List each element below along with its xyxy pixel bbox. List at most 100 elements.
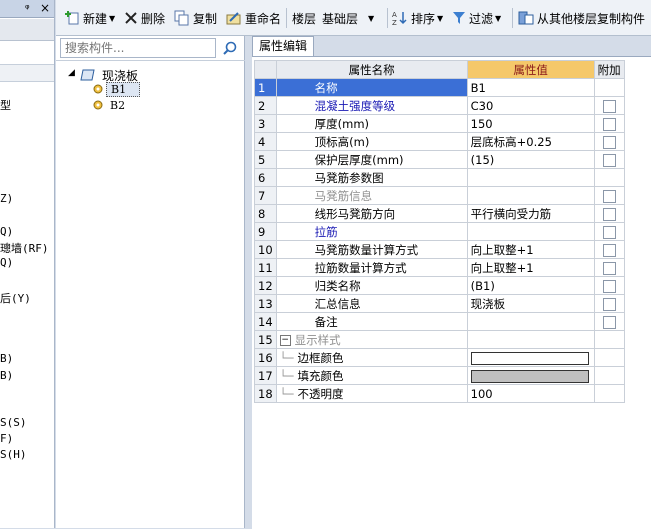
property-name-cell: 马凳筋参数图 — [275, 168, 468, 187]
add-cell[interactable] — [593, 294, 625, 313]
filter-button[interactable]: 过滤 ▼ — [452, 9, 501, 27]
property-value-cell[interactable] — [466, 348, 595, 367]
tab-property-edit[interactable]: 属性编辑 — [252, 36, 314, 57]
left-item-fragment[interactable]: B) — [0, 352, 13, 365]
left-item-fragment[interactable]: 璁墙(RF) — [0, 240, 49, 256]
property-row[interactable]: 10 马凳筋数量计算方式 向上取整+1 — [254, 240, 625, 259]
property-row[interactable]: 9 拉筋 — [254, 222, 625, 241]
close-icon[interactable]: × — [40, 1, 50, 15]
attach-checkbox[interactable] — [602, 297, 616, 311]
property-row[interactable]: 4 顶标高(m) 层底标高+0.25 — [254, 132, 625, 151]
tree-node-root[interactable]: ◢ 现浇板 — [68, 67, 238, 83]
tree-item-label: B1 — [106, 82, 140, 97]
attach-checkbox[interactable] — [602, 243, 616, 257]
attach-checkbox[interactable] — [602, 261, 616, 275]
left-item-fragment[interactable]: B) — [0, 369, 13, 382]
property-row[interactable]: 14 备注 — [254, 312, 625, 331]
property-row[interactable]: 3 厚度(mm) 150 — [254, 114, 625, 133]
property-value-cell[interactable]: 向上取整+1 — [466, 258, 595, 277]
property-row[interactable]: 13 汇总信息 现浇板 — [254, 294, 625, 313]
property-value-cell[interactable] — [466, 168, 595, 187]
attach-checkbox[interactable] — [602, 225, 616, 239]
property-value-cell[interactable]: 平行横向受力筋 — [466, 204, 595, 223]
add-cell[interactable] — [593, 186, 625, 205]
left-item-fragment[interactable]: 型 — [0, 97, 11, 113]
delete-button-label: 删除 — [141, 11, 166, 26]
row-number: 2 — [254, 96, 277, 115]
add-cell[interactable] — [593, 258, 625, 277]
property-value-cell[interactable] — [466, 186, 595, 205]
border-color-swatch[interactable] — [470, 351, 589, 365]
attach-checkbox[interactable] — [602, 99, 616, 113]
fill-color-swatch[interactable] — [470, 369, 589, 383]
new-button[interactable]: 新建 ▼ — [64, 9, 115, 27]
add-cell[interactable] — [593, 114, 625, 133]
group-value-cell — [466, 330, 595, 349]
property-value-cell[interactable]: 150 — [466, 114, 595, 133]
left-item-fragment[interactable]: Q) — [0, 225, 13, 238]
add-cell[interactable] — [593, 132, 625, 151]
row-number: 18 — [254, 384, 277, 403]
group-row-display-style[interactable]: 15 − 显示样式 — [254, 330, 625, 349]
add-cell[interactable] — [593, 276, 625, 295]
property-name: 拉筋数量计算方式 — [314, 260, 407, 275]
add-cell[interactable] — [593, 204, 625, 223]
add-cell[interactable] — [593, 240, 625, 259]
property-row[interactable]: 2 混凝土强度等级 C30 — [254, 96, 625, 115]
property-row-opacity[interactable]: 18 └─ 不透明度 100 — [254, 384, 625, 403]
add-cell[interactable] — [593, 312, 625, 331]
search-input[interactable] — [60, 38, 216, 58]
attach-checkbox[interactable] — [602, 135, 616, 149]
rename-button[interactable]: 重命名 — [226, 9, 281, 27]
property-value-cell[interactable]: 现浇板 — [466, 294, 595, 313]
attach-checkbox[interactable] — [602, 153, 616, 167]
search-button[interactable] — [219, 38, 241, 58]
property-row[interactable]: 5 保护层厚度(mm) (15) — [254, 150, 625, 169]
add-cell[interactable] — [593, 222, 625, 241]
attach-checkbox[interactable] — [602, 189, 616, 203]
left-item-fragment[interactable]: F) — [0, 432, 13, 445]
left-item-fragment[interactable]: Q) — [0, 256, 13, 269]
property-name-cell: 保护层厚度(mm) — [275, 150, 468, 169]
attach-checkbox[interactable] — [602, 315, 616, 329]
property-value-cell[interactable]: (B1) — [466, 276, 595, 295]
tree-node-b2[interactable]: B2 — [92, 98, 222, 114]
property-value-cell[interactable]: 层底标高+0.25 — [466, 132, 595, 151]
property-row[interactable]: 7 马凳筋信息 — [254, 186, 625, 205]
property-row-fill-color[interactable]: 17 └─ 填充颜色 — [254, 366, 625, 385]
row-number: 8 — [254, 204, 277, 223]
left-item-fragment[interactable]: S(H) — [0, 448, 27, 461]
attach-checkbox[interactable] — [602, 207, 616, 221]
collapse-minus-icon[interactable]: − — [279, 334, 291, 346]
property-value-cell[interactable] — [466, 312, 595, 331]
property-row[interactable]: 6 马凳筋参数图 — [254, 168, 625, 187]
add-cell[interactable] — [593, 150, 625, 169]
property-row[interactable]: 1 名称 B1 — [254, 78, 625, 97]
property-row[interactable]: 8 线形马凳筋方向 平行横向受力筋 — [254, 204, 625, 223]
pin-icon[interactable]: ᵠ — [25, 2, 30, 15]
copy-button[interactable]: 复制 — [174, 9, 217, 27]
property-row-border-color[interactable]: 16 └─ 边框颜色 — [254, 348, 625, 367]
property-row[interactable]: 12 归类名称 (B1) — [254, 276, 625, 295]
add-cell[interactable] — [593, 96, 625, 115]
attach-checkbox[interactable] — [602, 279, 616, 293]
property-value-cell[interactable] — [466, 222, 595, 241]
left-item-fragment[interactable]: 后(Y) — [0, 290, 31, 306]
copy-from-floor-button[interactable]: 从其他楼层复制构件 — [518, 9, 645, 27]
tree-node-b1[interactable]: B1 — [92, 82, 222, 98]
property-value-cell[interactable]: (15) — [466, 150, 595, 169]
property-value-cell[interactable] — [466, 366, 595, 385]
sort-button[interactable]: AZ 排序 ▼ — [392, 9, 443, 27]
property-row[interactable]: 11 拉筋数量计算方式 向上取整+1 — [254, 258, 625, 277]
component-toolbar: 新建 ▼ 删除 复制 重命名 楼层 基础层 ▼ AZ 排序 ▼ 过滤 ▼ 从其他… — [56, 0, 651, 36]
property-value-cell[interactable]: B1 — [466, 78, 595, 97]
property-value-cell[interactable]: 100 — [466, 384, 595, 403]
left-item-fragment[interactable]: Z) — [0, 192, 13, 205]
floor-select[interactable]: 基础层 ▼ — [322, 9, 384, 27]
property-value-cell[interactable]: 向上取整+1 — [466, 240, 595, 259]
attach-checkbox[interactable] — [602, 117, 616, 131]
header-corner — [254, 60, 277, 79]
property-value-cell[interactable]: C30 — [466, 96, 595, 115]
delete-button[interactable]: 删除 — [124, 9, 165, 27]
left-item-fragment[interactable]: S(S) — [0, 416, 27, 429]
